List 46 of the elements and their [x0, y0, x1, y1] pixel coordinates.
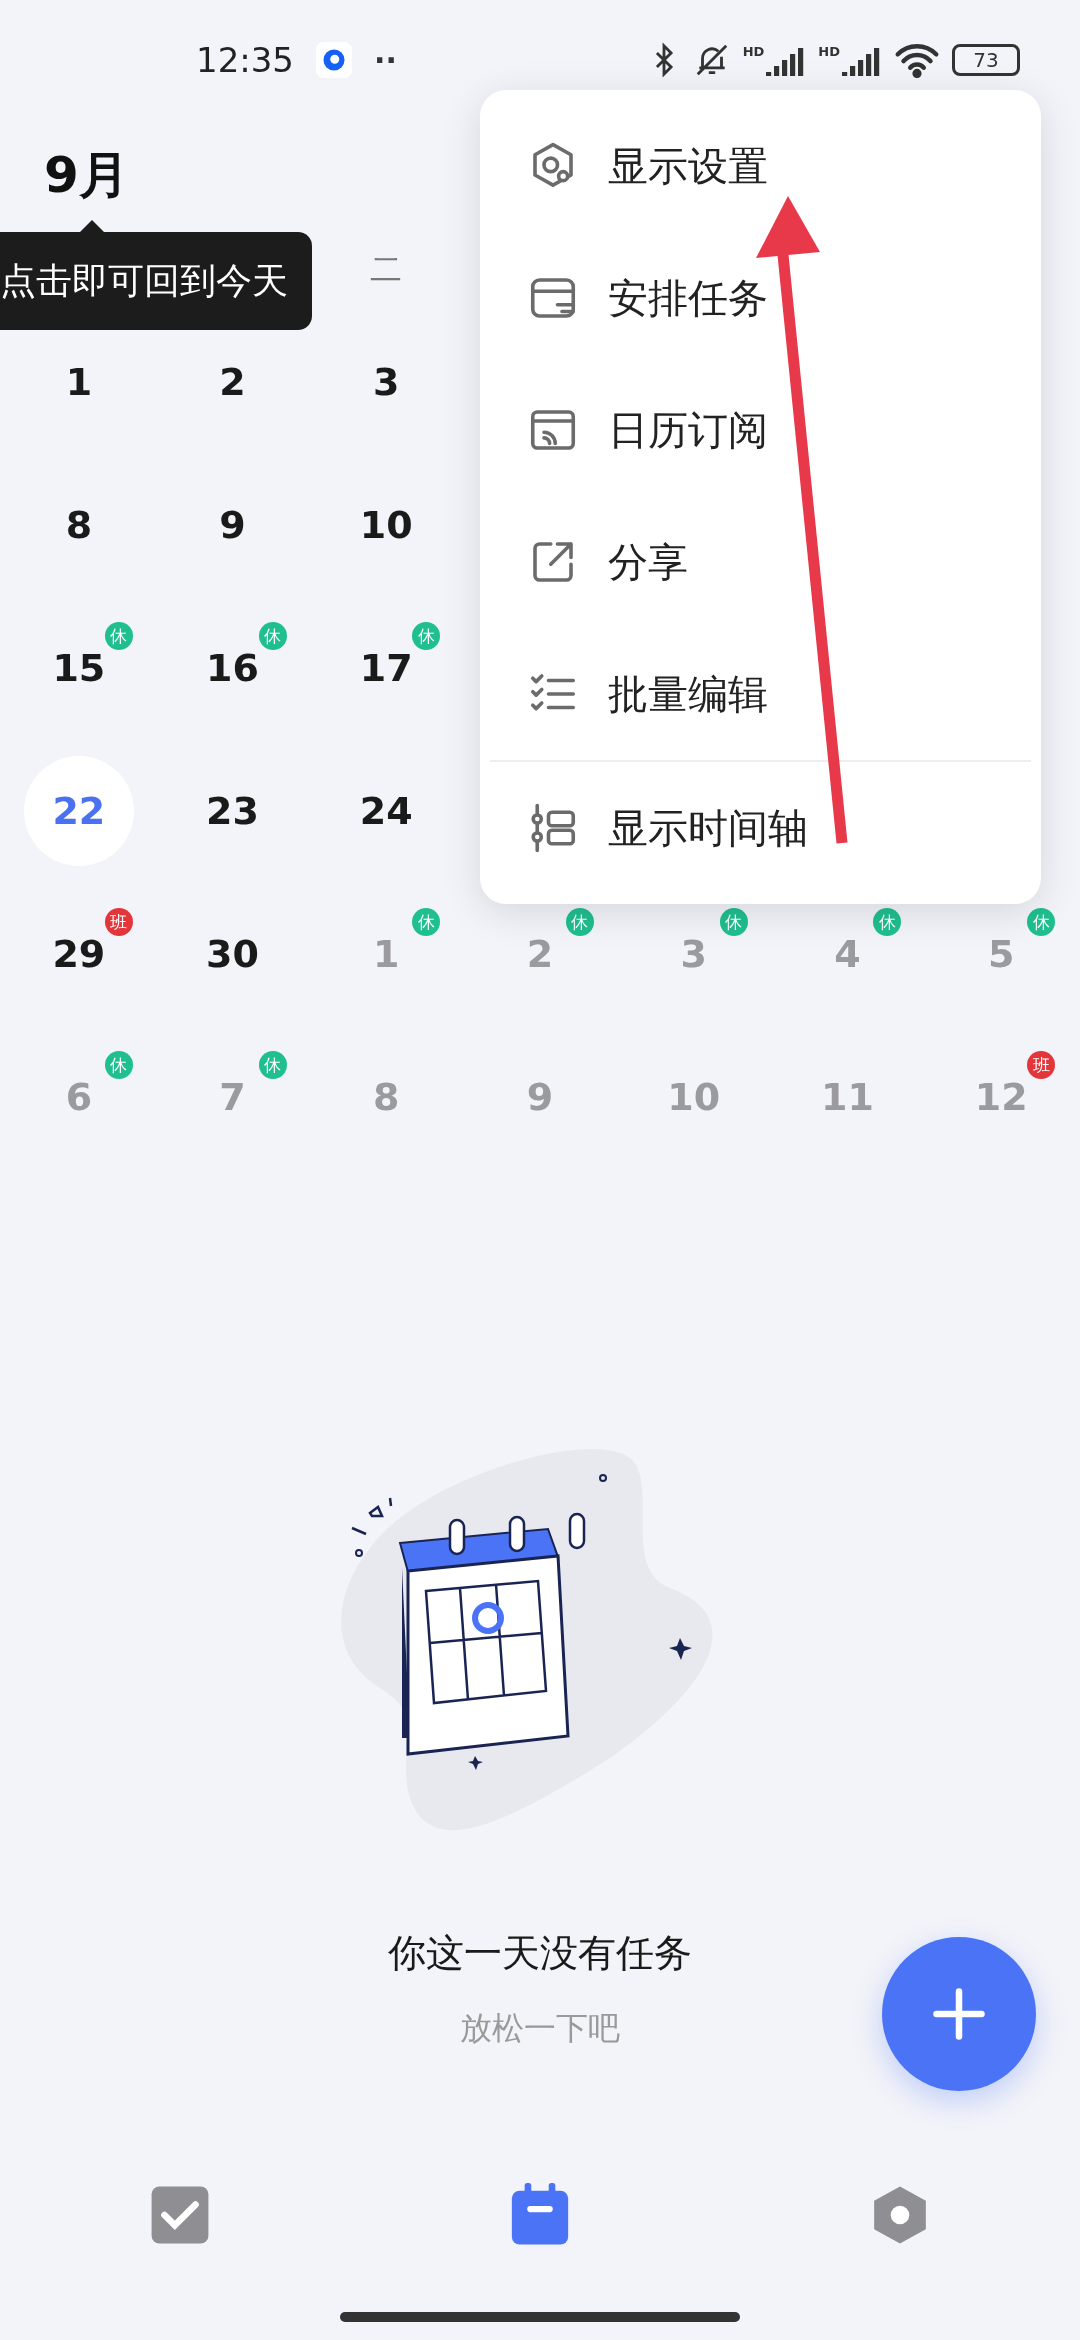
menu-item[interactable]: 显示时间轴 [480, 762, 1041, 894]
menu-item[interactable]: 分享 [480, 496, 1041, 628]
calendar-day[interactable]: 10 [359, 502, 413, 547]
menu-item[interactable]: 批量编辑 [480, 628, 1041, 760]
calendar-day[interactable]: 16 [206, 645, 259, 690]
empty-state-title: 你这一天没有任务 [388, 1930, 692, 1977]
holiday-badge: 休 [258, 622, 287, 650]
holiday-badge: 休 [104, 1051, 133, 1079]
calendar-tab[interactable] [509, 2183, 571, 2247]
calendar-day[interactable]: 9 [219, 502, 246, 547]
app-notification-icon [316, 42, 352, 78]
calendar-day[interactable]: 29 [52, 931, 106, 976]
battery-indicator: 73 [952, 44, 1020, 76]
hd-label: HD [818, 44, 840, 59]
holiday-badge: 休 [412, 622, 441, 650]
tasks-tab[interactable] [149, 2184, 211, 2246]
holiday-badge: 休 [1027, 908, 1056, 936]
empty-state-subtitle: 放松一下吧 [460, 2008, 620, 2049]
holiday-badge: 班 [1027, 1051, 1056, 1079]
status-time: 12:35 [196, 40, 294, 80]
calendar-day[interactable]: 2 [219, 359, 246, 404]
holiday-badge: 班 [104, 908, 133, 936]
more-notifications: ·· [374, 42, 397, 78]
wifi-icon [894, 42, 940, 78]
month-title[interactable]: 9月 [44, 141, 129, 209]
calendar-day[interactable]: 22 [23, 755, 134, 866]
weekday-label: 二 [370, 249, 403, 290]
calendar-day[interactable]: 24 [359, 788, 413, 833]
menu-item[interactable]: 显示设置 [480, 100, 1041, 232]
holiday-badge: 休 [104, 622, 133, 650]
calendar-day[interactable]: 17 [359, 645, 413, 690]
menu-item[interactable]: 日历订阅 [480, 364, 1041, 496]
calendar-day[interactable]: 23 [206, 788, 259, 833]
calendar-day[interactable]: 8 [65, 502, 93, 547]
menu-item[interactable]: 安排任务 [480, 232, 1041, 364]
calendar-day[interactable]: 3 [373, 359, 400, 404]
holiday-badge: 休 [412, 908, 441, 936]
holiday-badge: 休 [258, 1051, 287, 1079]
calendar-day[interactable]: 30 [206, 931, 259, 976]
holiday-badge: 休 [873, 908, 902, 936]
holiday-badge: 休 [566, 908, 594, 936]
tooltip-text: 点击即可回到今天 [0, 258, 288, 303]
hd-label: HD [742, 44, 765, 59]
calendar-day[interactable]: 15 [52, 645, 106, 690]
holiday-badge: 休 [719, 908, 748, 936]
calendar-day[interactable]: 1 [65, 359, 93, 404]
